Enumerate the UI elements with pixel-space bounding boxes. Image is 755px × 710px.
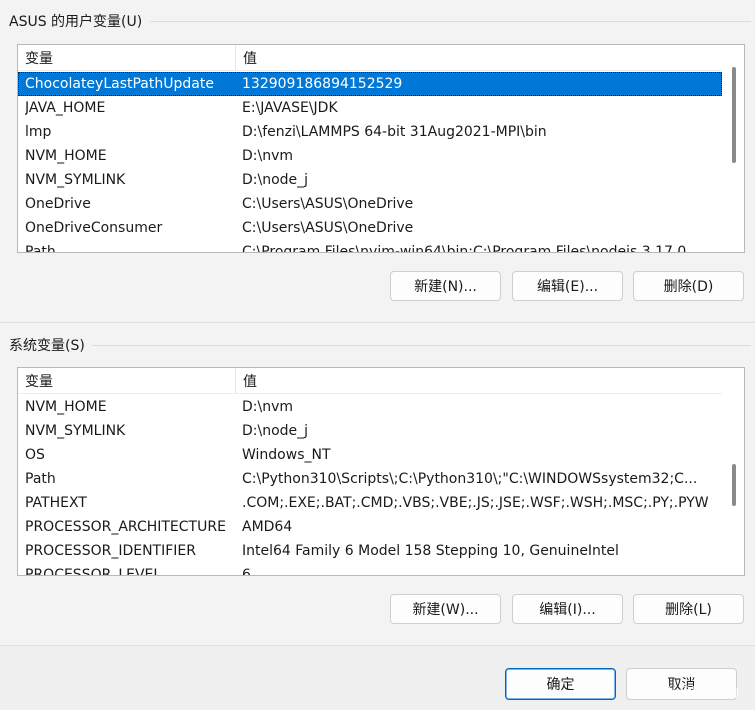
variable-name: PROCESSOR_ARCHITECTURE: [25, 519, 226, 535]
variable-name: Path: [25, 471, 56, 487]
system-delete-button[interactable]: 删除(L): [633, 594, 744, 624]
variable-name: PROCESSOR_LEVEL: [25, 567, 162, 575]
table-row[interactable]: OneDriveConsumer C:\Users\ASUS\OneDrive: [18, 216, 722, 240]
variable-name: OneDriveConsumer: [25, 220, 163, 236]
user-new-button[interactable]: 新建(N)...: [390, 271, 501, 301]
table-row[interactable]: PROCESSOR_ARCHITECTURE AMD64: [18, 515, 722, 539]
variable-name: ChocolateyLastPathUpdate: [25, 76, 214, 92]
table-row[interactable]: PROCESSOR_IDENTIFIER Intel64 Family 6 Mod…: [18, 539, 722, 563]
user-delete-button[interactable]: 删除(D): [633, 271, 744, 301]
variable-value: C:\Python310\Scripts\;C:\Python310\;"C:\…: [242, 471, 698, 487]
variable-value: 132909186894152529: [242, 76, 403, 92]
variable-value: D:\fenzi\LAMMPS 64-bit 31Aug2021-MPI\bin: [242, 124, 547, 140]
group-divider: [92, 345, 751, 346]
variable-name: lmp: [25, 124, 52, 140]
user-edit-button[interactable]: 编辑(E)...: [512, 271, 623, 301]
user-variables-list[interactable]: 变量 值 ChocolateyLastPathUpdate 13290918689…: [17, 44, 745, 253]
table-row[interactable]: JAVA_HOME E:\JAVASE\JDK: [18, 96, 722, 120]
variable-value: D:\node_j: [242, 423, 309, 439]
table-row[interactable]: OneDrive C:\Users\ASUS\OneDrive: [18, 192, 722, 216]
list-header: 变量 值: [18, 368, 722, 394]
table-row[interactable]: NVM_SYMLINK D:\node_j: [18, 419, 722, 443]
variable-name: OS: [25, 447, 45, 463]
variable-value: D:\nvm: [242, 148, 294, 164]
user-variables-rows: ChocolateyLastPathUpdate 1329091868941525…: [18, 72, 722, 252]
vertical-scrollbar[interactable]: [722, 368, 744, 575]
variable-value: E:\JAVASE\JDK: [242, 100, 338, 116]
table-row[interactable]: NVM_HOME D:\nvm: [18, 144, 722, 168]
column-header-value[interactable]: 值: [236, 45, 722, 70]
variable-value: D:\nvm: [242, 399, 294, 415]
variable-name: OneDrive: [25, 196, 91, 212]
variable-value: 6: [242, 567, 251, 575]
variable-name: PATHEXT: [25, 495, 87, 511]
variable-value: C:\Users\ASUS\OneDrive: [242, 196, 414, 212]
table-row[interactable]: PATHEXT .COM;.EXE;.BAT;.CMD;.VBS;.VBE;.JS…: [18, 491, 722, 515]
variable-name: Path: [25, 244, 56, 252]
variable-value: Windows_NT: [242, 447, 331, 463]
variable-value: .COM;.EXE;.BAT;.CMD;.VBS;.VBE;.JS;.JSE;.…: [242, 495, 709, 511]
table-row[interactable]: PROCESSOR_LEVEL 6: [18, 563, 722, 575]
table-row[interactable]: Path C:\Program Files\nvim-win64\bin;C:\P…: [18, 240, 722, 252]
variable-name: NVM_HOME: [25, 399, 107, 415]
system-new-button[interactable]: 新建(W)...: [390, 594, 501, 624]
table-row[interactable]: NVM_HOME D:\nvm: [18, 395, 722, 419]
watermark: CSDN @Lilililililg: [641, 684, 739, 698]
vertical-scrollbar[interactable]: [722, 45, 744, 252]
table-row[interactable]: OS Windows_NT: [18, 443, 722, 467]
variable-value: D:\node_j: [242, 172, 309, 188]
column-header-variable[interactable]: 变量: [18, 368, 236, 393]
table-row[interactable]: NVM_SYMLINK D:\node_j: [18, 168, 722, 192]
list-header: 变量 值: [18, 45, 722, 71]
variable-value: C:\Program Files\nvim-win64\bin;C:\Progr…: [242, 244, 700, 252]
group-divider: [150, 21, 751, 22]
variable-value: AMD64: [242, 519, 293, 535]
variable-value: Intel64 Family 6 Model 158 Stepping 10, …: [242, 543, 619, 559]
scrollbar-thumb[interactable]: [732, 67, 736, 163]
ok-button[interactable]: 确定: [505, 668, 616, 700]
system-edit-button[interactable]: 编辑(I)...: [512, 594, 623, 624]
variable-name: NVM_SYMLINK: [25, 423, 126, 439]
system-variables-list[interactable]: 变量 值 NVM_HOME D:\nvm NVM_SYMLINK D:\node_j O…: [17, 367, 745, 576]
variable-name: JAVA_HOME: [25, 100, 106, 116]
variable-name: NVM_SYMLINK: [25, 172, 126, 188]
variable-name: NVM_HOME: [25, 148, 107, 164]
system-variables-title: 系统变量(S): [9, 335, 89, 355]
variable-name: PROCESSOR_IDENTIFIER: [25, 543, 196, 559]
system-variables-group: 系统变量(S) 变量 值 NVM_HOME D:\nvm NVM_SYMLINK D:…: [0, 322, 755, 646]
table-row[interactable]: ChocolateyLastPathUpdate 1329091868941525…: [18, 72, 722, 96]
user-variables-group: ASUS 的用户变量(U) 变量 值 ChocolateyLastPathUpd…: [0, 0, 755, 323]
user-variables-title: ASUS 的用户变量(U): [9, 11, 147, 31]
table-row[interactable]: Path C:\Python310\Scripts\;C:\Python310\;…: [18, 467, 722, 491]
scrollbar-thumb[interactable]: [732, 464, 736, 506]
variable-value: C:\Users\ASUS\OneDrive: [242, 220, 414, 236]
column-header-value[interactable]: 值: [236, 368, 722, 393]
table-row[interactable]: lmp D:\fenzi\LAMMPS 64-bit 31Aug2021-MPI\…: [18, 120, 722, 144]
system-variables-rows: NVM_HOME D:\nvm NVM_SYMLINK D:\node_j OS Wind…: [18, 395, 722, 575]
column-header-variable[interactable]: 变量: [18, 45, 236, 70]
